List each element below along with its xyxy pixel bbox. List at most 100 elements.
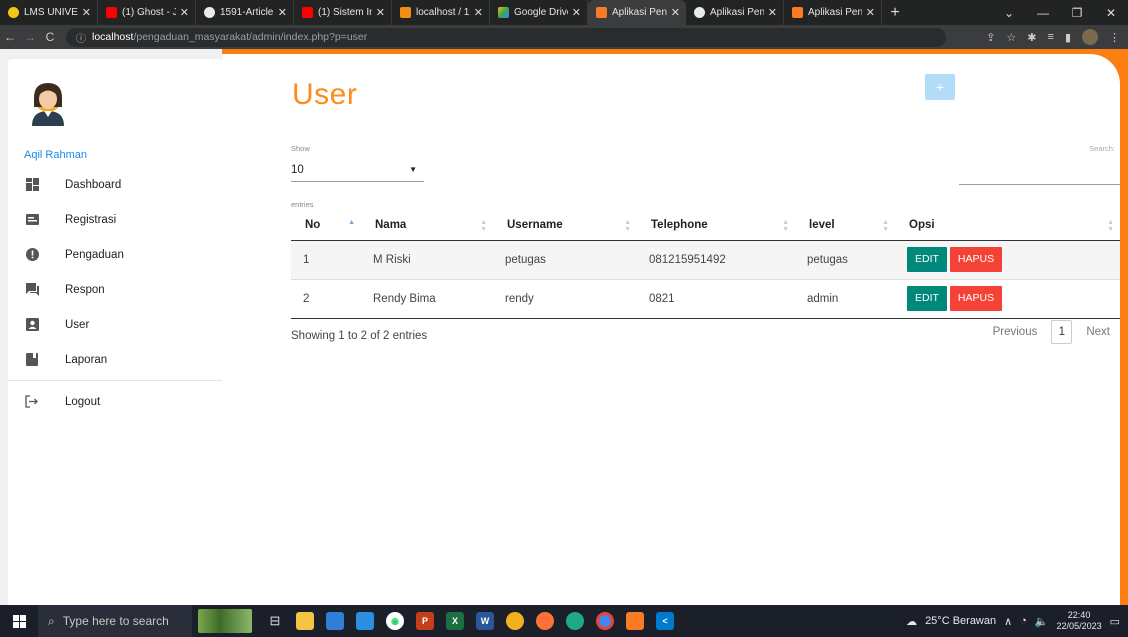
- reading-list-icon[interactable]: ≡: [1048, 31, 1054, 43]
- close-tab-icon[interactable]: ✕: [376, 6, 385, 19]
- tab-favicon: [596, 7, 607, 18]
- browser-tab-active[interactable]: Aplikasi Penga ✕: [588, 0, 686, 25]
- search-label: Search:: [1089, 144, 1115, 153]
- site-info-icon[interactable]: ⓘ: [76, 30, 86, 45]
- sidebar-item-dashboard[interactable]: Dashboard: [8, 167, 222, 202]
- sidebar-item-registrasi[interactable]: Registrasi: [8, 202, 222, 237]
- table-info: Showing 1 to 2 of 2 entries: [291, 330, 428, 342]
- page-number-button[interactable]: 1: [1051, 320, 1073, 344]
- close-tab-icon[interactable]: ✕: [768, 6, 777, 19]
- windows-start-icon[interactable]: [0, 605, 38, 637]
- column-header-level[interactable]: level ▲ ▼: [795, 211, 895, 241]
- menu-kebab-icon[interactable]: ⋮: [1109, 31, 1120, 44]
- firefox-icon[interactable]: [536, 612, 554, 630]
- tab-favicon: [400, 7, 411, 18]
- sidebar-item-label: Dashboard: [65, 178, 122, 191]
- restore-icon[interactable]: ❐: [1060, 6, 1094, 20]
- delete-button[interactable]: HAPUS: [949, 247, 1003, 272]
- tab-favicon: [8, 7, 19, 18]
- taskbar-search-input[interactable]: ⌕ Type here to search: [38, 605, 192, 637]
- chrome-icon[interactable]: [596, 612, 614, 630]
- sidebar-item-laporan[interactable]: Laporan: [8, 342, 222, 377]
- vscode-icon[interactable]: <: [656, 612, 674, 630]
- close-tab-icon[interactable]: ✕: [278, 6, 287, 19]
- volume-icon[interactable]: 🔈: [1035, 615, 1049, 628]
- mail-app-icon[interactable]: [356, 612, 374, 630]
- close-tab-icon[interactable]: ✕: [180, 6, 189, 19]
- close-tab-icon[interactable]: ✕: [866, 6, 875, 19]
- file-explorer-icon[interactable]: [296, 612, 314, 630]
- weather-text[interactable]: 25°C Berawan: [925, 615, 996, 627]
- delete-button[interactable]: HAPUS: [949, 286, 1003, 311]
- tab-title: localhost / 12: [416, 7, 470, 18]
- page-length-select[interactable]: 10 ▼: [291, 158, 424, 182]
- close-tab-icon[interactable]: ✕: [671, 6, 680, 19]
- sidebar-item-pengaduan[interactable]: Pengaduan: [8, 237, 222, 272]
- tab-search-icon[interactable]: ⌄: [992, 6, 1026, 20]
- column-header-username[interactable]: Username ▲ ▼: [493, 211, 637, 241]
- table-header-row: No ▲ Nama ▲ ▼ Username ▲ ▼ Telephone ▲ ▼ level ▲…: [291, 211, 1120, 241]
- word-icon[interactable]: W: [476, 612, 494, 630]
- browser-tab[interactable]: LMS UNIVERS ✕: [0, 0, 98, 25]
- tab-title: Google Drive: [514, 7, 568, 18]
- search-input[interactable]: [959, 184, 1120, 185]
- tray-overflow-icon[interactable]: ∧: [1004, 615, 1012, 628]
- column-header-nama[interactable]: Nama ▲ ▼: [361, 211, 493, 241]
- powerpoint-icon[interactable]: P: [416, 612, 434, 630]
- edit-button[interactable]: EDIT: [907, 247, 947, 272]
- minimize-icon[interactable]: —: [1026, 6, 1060, 20]
- browser-tab[interactable]: localhost / 12 ✕: [392, 0, 490, 25]
- edge-icon[interactable]: [566, 612, 584, 630]
- browser-tab[interactable]: Aplikasi Peng ✕: [784, 0, 882, 25]
- address-bar[interactable]: ⓘ localhost/pengaduan_masyarakat/admin/i…: [66, 27, 946, 47]
- task-view-icon[interactable]: ⊟: [266, 612, 284, 630]
- column-header-telephone[interactable]: Telephone ▲ ▼: [637, 211, 795, 241]
- profile-avatar-icon[interactable]: [1082, 29, 1098, 45]
- previous-page-button[interactable]: Previous: [993, 326, 1038, 338]
- add-user-button[interactable]: +: [925, 74, 955, 100]
- user-name: Aqil Rahman: [24, 149, 87, 161]
- excel-icon[interactable]: X: [446, 612, 464, 630]
- calendar-app-icon[interactable]: [326, 612, 344, 630]
- clock[interactable]: 22:40 22/05/2023: [1057, 610, 1102, 632]
- sidebar-item-respon[interactable]: Respon: [8, 272, 222, 307]
- forward-icon[interactable]: →: [20, 30, 40, 44]
- close-window-icon[interactable]: ✕: [1094, 6, 1128, 20]
- next-page-button[interactable]: Next: [1086, 326, 1110, 338]
- notifications-icon[interactable]: ▭: [1110, 615, 1120, 628]
- url-host: localhost: [92, 31, 134, 43]
- close-tab-icon[interactable]: ✕: [82, 6, 91, 19]
- browser-tab[interactable]: (1) Ghost - Ju ✕: [98, 0, 196, 25]
- browser-tab[interactable]: Aplikasi Peng ✕: [686, 0, 784, 25]
- column-header-opsi[interactable]: Opsi ▲ ▼: [895, 211, 1120, 241]
- tab-title: LMS UNIVERS: [24, 7, 78, 18]
- close-tab-icon[interactable]: ✕: [572, 6, 581, 19]
- window-controls: ⌄ — ❐ ✕: [992, 0, 1128, 25]
- table-row: 2 Rendy Bima rendy 0821 admin EDIT HAPUS: [291, 279, 1120, 319]
- edit-button[interactable]: EDIT: [907, 286, 947, 311]
- sidebar-item-logout[interactable]: Logout: [8, 384, 222, 419]
- cell-opsi: EDIT HAPUS: [895, 279, 1120, 319]
- column-header-no[interactable]: No ▲: [291, 211, 361, 241]
- taskbar-search-placeholder: Type here to search: [62, 614, 169, 628]
- dashboard-icon: [25, 178, 39, 192]
- share-icon[interactable]: ⇪: [986, 31, 995, 44]
- sidebar-item-user[interactable]: User: [8, 307, 222, 342]
- xampp-icon[interactable]: [626, 612, 644, 630]
- cell-nama: Rendy Bima: [361, 279, 493, 319]
- chrome-canary-icon[interactable]: [506, 612, 524, 630]
- reload-icon[interactable]: C: [40, 30, 60, 44]
- browser-tab[interactable]: 1591-Article T ✕: [196, 0, 294, 25]
- close-tab-icon[interactable]: ✕: [474, 6, 483, 19]
- back-icon[interactable]: ←: [0, 30, 20, 44]
- browser-tab[interactable]: Google Drive ✕: [490, 0, 588, 25]
- browser-tab[interactable]: (1) Sistem Info ✕: [294, 0, 392, 25]
- sidebar-item-label: Pengaduan: [65, 248, 124, 261]
- side-panel-icon[interactable]: ▮: [1065, 31, 1071, 44]
- whatsapp-icon[interactable]: ◉: [386, 612, 404, 630]
- extensions-icon[interactable]: ✱: [1027, 31, 1036, 44]
- network-icon[interactable]: ◔: [1020, 615, 1027, 627]
- search-highlight-image[interactable]: [198, 609, 252, 633]
- bookmark-star-icon[interactable]: ☆: [1006, 31, 1016, 44]
- new-tab-icon[interactable]: +: [882, 0, 908, 25]
